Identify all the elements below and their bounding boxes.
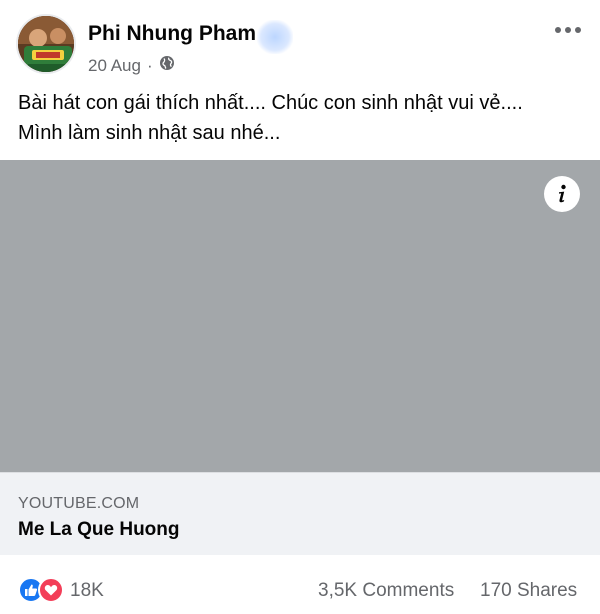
more-options-button[interactable] xyxy=(548,18,588,42)
video-thumbnail[interactable] xyxy=(0,160,600,472)
more-dot-icon xyxy=(575,27,581,33)
reaction-icons[interactable] xyxy=(18,577,64,603)
post-text-line: Mình làm sinh nhật sau nhé... xyxy=(18,122,281,144)
info-icon xyxy=(559,184,566,203)
link-domain: YOUTUBE.COM xyxy=(18,495,140,512)
info-button[interactable] xyxy=(544,176,580,212)
post-text: Bài hát con gái thích nhất.... Chúc con … xyxy=(18,88,588,148)
link-title[interactable]: Me La Que Huong xyxy=(18,519,180,541)
shares-count-link[interactable]: 170 Shares xyxy=(480,580,577,602)
avatar-image xyxy=(18,16,74,72)
meta-separator: · xyxy=(146,55,153,75)
post-meta: 20 Aug · xyxy=(88,55,175,76)
comments-count-link[interactable]: 3,5K Comments xyxy=(318,580,454,602)
link-preview-footer[interactable]: YOUTUBE.COM Me La Que Huong xyxy=(0,472,600,555)
post-header: Phi Nhung Pham 20 Aug · xyxy=(0,0,600,86)
author-avatar[interactable] xyxy=(16,14,76,74)
blurred-area xyxy=(257,20,293,54)
post-date[interactable]: 20 Aug xyxy=(88,56,141,76)
author-name[interactable]: Phi Nhung Pham xyxy=(88,22,256,46)
reaction-count[interactable]: 18K xyxy=(70,580,104,602)
love-icon xyxy=(38,577,64,603)
post-text-line: Bài hát con gái thích nhất.... Chúc con … xyxy=(18,92,523,114)
link-preview-card[interactable]: YOUTUBE.COM Me La Que Huong xyxy=(0,160,600,555)
engagement-bar: 18K 3,5K Comments 170 Shares xyxy=(0,568,600,614)
globe-icon xyxy=(159,55,175,76)
more-dot-icon xyxy=(565,27,571,33)
more-dot-icon xyxy=(555,27,561,33)
